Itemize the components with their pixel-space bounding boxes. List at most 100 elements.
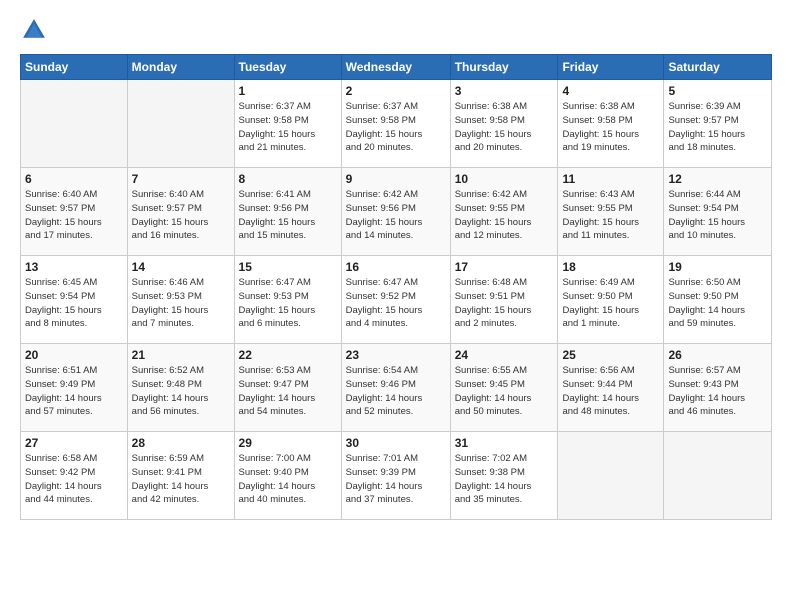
day-info: Sunrise: 6:59 AMSunset: 9:41 PMDaylight:…: [132, 452, 230, 507]
day-number: 20: [25, 348, 123, 362]
day-number: 25: [562, 348, 659, 362]
calendar-cell: 11 Sunrise: 6:43 AMSunset: 9:55 PMDayligh…: [558, 168, 664, 256]
calendar-week: 27 Sunrise: 6:58 AMSunset: 9:42 PMDayligh…: [21, 432, 772, 520]
day-info: Sunrise: 6:49 AMSunset: 9:50 PMDaylight:…: [562, 276, 659, 331]
calendar-cell: 21 Sunrise: 6:52 AMSunset: 9:48 PMDayligh…: [127, 344, 234, 432]
calendar-cell: 13 Sunrise: 6:45 AMSunset: 9:54 PMDayligh…: [21, 256, 128, 344]
calendar-cell: 4 Sunrise: 6:38 AMSunset: 9:58 PMDaylight…: [558, 80, 664, 168]
day-info: Sunrise: 7:02 AMSunset: 9:38 PMDaylight:…: [455, 452, 554, 507]
calendar-cell: 20 Sunrise: 6:51 AMSunset: 9:49 PMDayligh…: [21, 344, 128, 432]
day-number: 22: [239, 348, 337, 362]
calendar-cell: [664, 432, 772, 520]
day-info: Sunrise: 6:57 AMSunset: 9:43 PMDaylight:…: [668, 364, 767, 419]
calendar-cell: 22 Sunrise: 6:53 AMSunset: 9:47 PMDayligh…: [234, 344, 341, 432]
calendar-cell: 25Sunrise: 6:56 AMSunset: 9:44 PMDayligh…: [558, 344, 664, 432]
day-info: Sunrise: 6:43 AMSunset: 9:55 PMDaylight:…: [562, 188, 659, 243]
calendar-body: 1Sunrise: 6:37 AMSunset: 9:58 PMDaylight…: [21, 80, 772, 520]
calendar-cell: [558, 432, 664, 520]
day-number: 29: [239, 436, 337, 450]
calendar-cell: 28 Sunrise: 6:59 AMSunset: 9:41 PMDayligh…: [127, 432, 234, 520]
day-info: Sunrise: 6:50 AMSunset: 9:50 PMDaylight:…: [668, 276, 767, 331]
weekday-header: Friday: [558, 55, 664, 80]
calendar-cell: 29 Sunrise: 7:00 AMSunset: 9:40 PMDayligh…: [234, 432, 341, 520]
day-info: Sunrise: 6:55 AMSunset: 9:45 PMDaylight:…: [455, 364, 554, 419]
calendar-cell: 1Sunrise: 6:37 AMSunset: 9:58 PMDaylight…: [234, 80, 341, 168]
calendar-cell: [21, 80, 128, 168]
calendar-cell: 19 Sunrise: 6:50 AMSunset: 9:50 PMDayligh…: [664, 256, 772, 344]
calendar-cell: 17Sunrise: 6:48 AMSunset: 9:51 PMDayligh…: [450, 256, 558, 344]
calendar-cell: 14 Sunrise: 6:46 AMSunset: 9:53 PMDayligh…: [127, 256, 234, 344]
day-info: Sunrise: 6:39 AMSunset: 9:57 PMDaylight:…: [668, 100, 767, 155]
day-number: 2: [346, 84, 446, 98]
day-info: Sunrise: 6:53 AMSunset: 9:47 PMDaylight:…: [239, 364, 337, 419]
day-info: Sunrise: 7:00 AMSunset: 9:40 PMDaylight:…: [239, 452, 337, 507]
day-number: 9: [346, 172, 446, 186]
day-info: Sunrise: 6:47 AMSunset: 9:52 PMDaylight:…: [346, 276, 446, 331]
calendar-header: SundayMondayTuesdayWednesdayThursdayFrid…: [21, 55, 772, 80]
calendar-week: 6Sunrise: 6:40 AMSunset: 9:57 PMDaylight…: [21, 168, 772, 256]
day-number: 5: [668, 84, 767, 98]
day-info: Sunrise: 6:54 AMSunset: 9:46 PMDaylight:…: [346, 364, 446, 419]
day-number: 27: [25, 436, 123, 450]
calendar-cell: 18 Sunrise: 6:49 AMSunset: 9:50 PMDayligh…: [558, 256, 664, 344]
weekday-header: Sunday: [21, 55, 128, 80]
day-number: 30: [346, 436, 446, 450]
calendar: SundayMondayTuesdayWednesdayThursdayFrid…: [20, 54, 772, 520]
day-info: Sunrise: 6:42 AMSunset: 9:55 PMDaylight:…: [455, 188, 554, 243]
calendar-cell: 5 Sunrise: 6:39 AMSunset: 9:57 PMDaylight…: [664, 80, 772, 168]
day-number: 21: [132, 348, 230, 362]
weekday-header: Monday: [127, 55, 234, 80]
calendar-cell: [127, 80, 234, 168]
day-number: 12: [668, 172, 767, 186]
day-info: Sunrise: 6:44 AMSunset: 9:54 PMDaylight:…: [668, 188, 767, 243]
logo-icon: [20, 16, 48, 44]
weekday-header: Wednesday: [341, 55, 450, 80]
day-number: 14: [132, 260, 230, 274]
calendar-week: 13 Sunrise: 6:45 AMSunset: 9:54 PMDayligh…: [21, 256, 772, 344]
day-number: 18: [562, 260, 659, 274]
calendar-cell: 8 Sunrise: 6:41 AMSunset: 9:56 PMDaylight…: [234, 168, 341, 256]
day-number: 13: [25, 260, 123, 274]
day-info: Sunrise: 6:48 AMSunset: 9:51 PMDaylight:…: [455, 276, 554, 331]
calendar-cell: 12 Sunrise: 6:44 AMSunset: 9:54 PMDayligh…: [664, 168, 772, 256]
calendar-cell: 9 Sunrise: 6:42 AMSunset: 9:56 PMDaylight…: [341, 168, 450, 256]
day-info: Sunrise: 6:46 AMSunset: 9:53 PMDaylight:…: [132, 276, 230, 331]
day-number: 3: [455, 84, 554, 98]
header: [20, 16, 772, 44]
day-number: 28: [132, 436, 230, 450]
calendar-cell: 7Sunrise: 6:40 AMSunset: 9:57 PMDaylight…: [127, 168, 234, 256]
day-info: Sunrise: 6:52 AMSunset: 9:48 PMDaylight:…: [132, 364, 230, 419]
day-info: Sunrise: 7:01 AMSunset: 9:39 PMDaylight:…: [346, 452, 446, 507]
day-number: 10: [455, 172, 554, 186]
day-number: 23: [346, 348, 446, 362]
day-number: 11: [562, 172, 659, 186]
calendar-cell: 15Sunrise: 6:47 AMSunset: 9:53 PMDayligh…: [234, 256, 341, 344]
weekday-header: Thursday: [450, 55, 558, 80]
calendar-cell: 31 Sunrise: 7:02 AMSunset: 9:38 PMDayligh…: [450, 432, 558, 520]
calendar-week: 20 Sunrise: 6:51 AMSunset: 9:49 PMDayligh…: [21, 344, 772, 432]
day-info: Sunrise: 6:38 AMSunset: 9:58 PMDaylight:…: [562, 100, 659, 155]
day-number: 24: [455, 348, 554, 362]
weekday-row: SundayMondayTuesdayWednesdayThursdayFrid…: [21, 55, 772, 80]
page: SundayMondayTuesdayWednesdayThursdayFrid…: [0, 0, 792, 612]
calendar-cell: 2Sunrise: 6:37 AMSunset: 9:58 PMDaylight…: [341, 80, 450, 168]
day-number: 4: [562, 84, 659, 98]
day-number: 19: [668, 260, 767, 274]
day-number: 31: [455, 436, 554, 450]
day-info: Sunrise: 6:41 AMSunset: 9:56 PMDaylight:…: [239, 188, 337, 243]
day-number: 8: [239, 172, 337, 186]
calendar-cell: 6Sunrise: 6:40 AMSunset: 9:57 PMDaylight…: [21, 168, 128, 256]
calendar-week: 1Sunrise: 6:37 AMSunset: 9:58 PMDaylight…: [21, 80, 772, 168]
day-info: Sunrise: 6:38 AMSunset: 9:58 PMDaylight:…: [455, 100, 554, 155]
calendar-cell: 26Sunrise: 6:57 AMSunset: 9:43 PMDayligh…: [664, 344, 772, 432]
calendar-cell: 30 Sunrise: 7:01 AMSunset: 9:39 PMDayligh…: [341, 432, 450, 520]
day-info: Sunrise: 6:42 AMSunset: 9:56 PMDaylight:…: [346, 188, 446, 243]
day-info: Sunrise: 6:58 AMSunset: 9:42 PMDaylight:…: [25, 452, 123, 507]
day-info: Sunrise: 6:45 AMSunset: 9:54 PMDaylight:…: [25, 276, 123, 331]
day-info: Sunrise: 6:51 AMSunset: 9:49 PMDaylight:…: [25, 364, 123, 419]
day-number: 16: [346, 260, 446, 274]
weekday-header: Saturday: [664, 55, 772, 80]
calendar-cell: 23 Sunrise: 6:54 AMSunset: 9:46 PMDayligh…: [341, 344, 450, 432]
day-number: 6: [25, 172, 123, 186]
calendar-cell: 3 Sunrise: 6:38 AMSunset: 9:58 PMDaylight…: [450, 80, 558, 168]
